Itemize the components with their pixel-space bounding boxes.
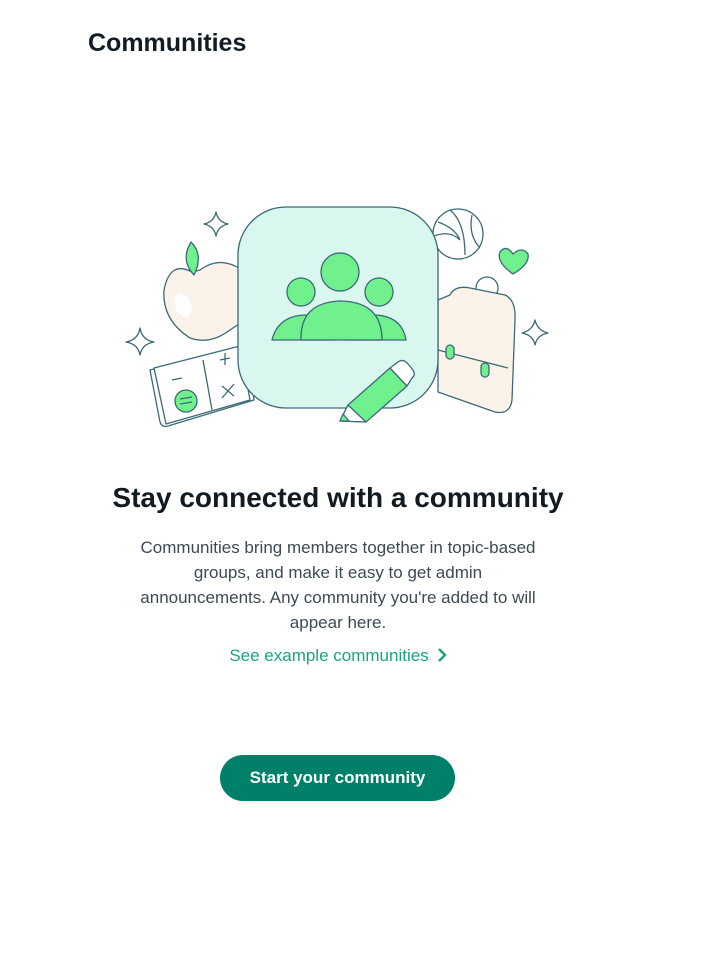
start-your-community-button[interactable]: Start your community [220, 755, 455, 801]
page-title: Communities [88, 29, 247, 57]
link-label: See example communities [229, 646, 429, 665]
sparkle-icon [203, 211, 229, 237]
communities-illustration [125, 206, 549, 428]
heart-icon [498, 247, 529, 275]
see-example-communities-link[interactable]: See example communities [0, 646, 676, 666]
ball-icon [432, 208, 484, 260]
empty-state-description: Communities bring members together in to… [140, 538, 536, 632]
sparkle-icon [125, 327, 155, 356]
sparkle-icon [521, 319, 549, 346]
chevron-right-icon [437, 648, 447, 662]
backpack-icon [437, 276, 516, 414]
empty-state-heading: Stay connected with a community [112, 482, 564, 513]
